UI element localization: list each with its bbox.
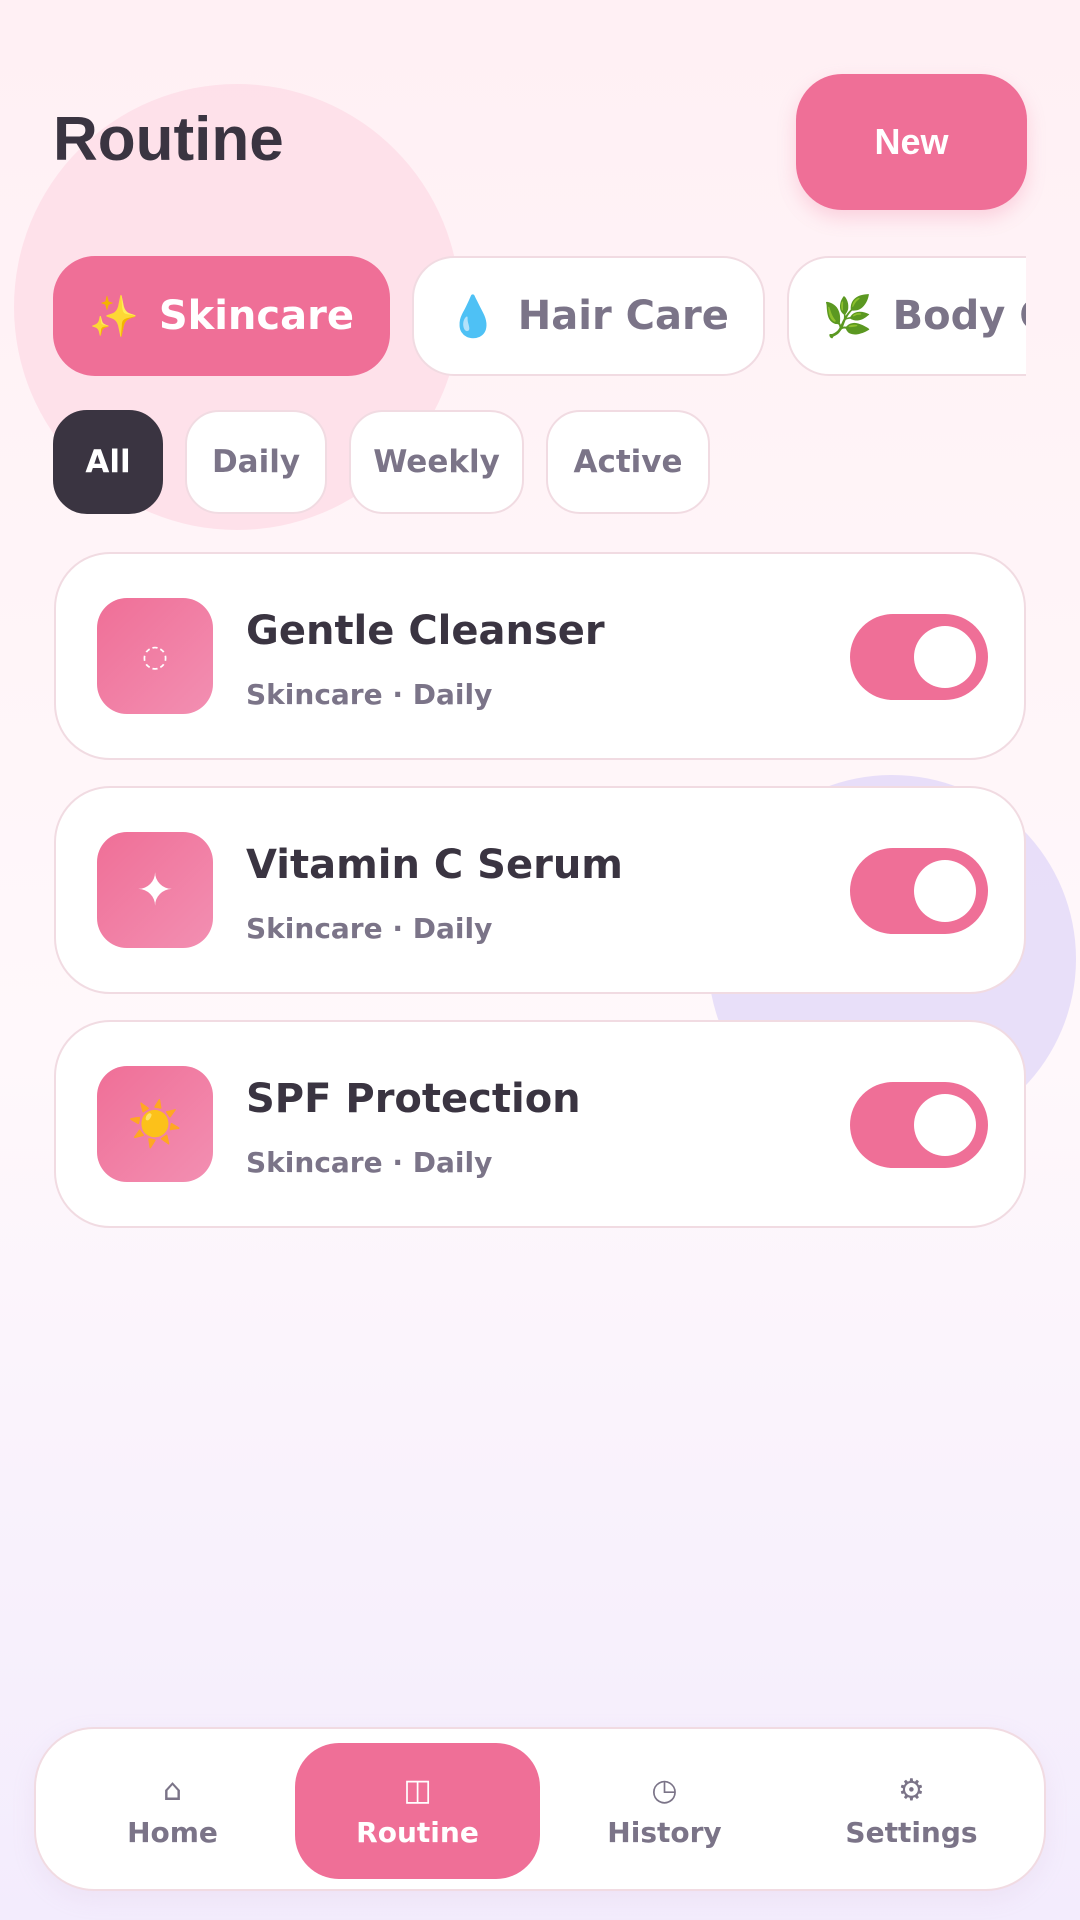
- routine-icon: ◫: [403, 1772, 432, 1808]
- tab-label: Hair Care: [517, 293, 729, 339]
- toggle-knob: [914, 860, 976, 922]
- nav-settings[interactable]: ⚙ Settings: [789, 1743, 1034, 1879]
- filter-active[interactable]: Active: [546, 410, 710, 514]
- history-icon: ◷: [651, 1772, 678, 1808]
- routine-name: SPF Protection: [246, 1076, 581, 1122]
- bubble-icon: ◌: [97, 598, 213, 714]
- tab-body-care[interactable]: 🌿 Body Care: [786, 256, 1026, 376]
- nav-label: History: [607, 1815, 722, 1849]
- tab-label: Skincare: [158, 293, 354, 339]
- routine-toggle[interactable]: [850, 848, 988, 934]
- sparkle-icon: ✦: [97, 832, 213, 948]
- filter-all[interactable]: All: [53, 410, 163, 514]
- tab-skincare[interactable]: ✨ Skincare: [53, 256, 390, 376]
- droplet-icon: 💧: [447, 293, 498, 340]
- routine-name: Vitamin C Serum: [246, 842, 623, 888]
- new-routine-button[interactable]: New: [796, 74, 1027, 210]
- filter-daily[interactable]: Daily: [185, 410, 327, 514]
- filter-weekly[interactable]: Weekly: [349, 410, 524, 514]
- routine-name: Gentle Cleanser: [246, 608, 605, 654]
- tab-label: Body Care: [892, 293, 1026, 339]
- nav-routine[interactable]: ◫ Routine: [295, 1743, 540, 1879]
- nav-home[interactable]: ⌂ Home: [50, 1743, 295, 1879]
- routine-meta: Skincare · Daily: [246, 1146, 493, 1179]
- page-title: Routine: [53, 105, 284, 174]
- sun-icon: ☀️: [97, 1066, 213, 1182]
- category-tabs: ✨ Skincare 💧 Hair Care 🌿 Body Care: [53, 256, 1026, 378]
- filter-chips: All Daily Weekly Active: [53, 410, 710, 514]
- settings-icon: ⚙: [898, 1772, 925, 1808]
- routine-toggle[interactable]: [850, 614, 988, 700]
- routine-card[interactable]: ☀️ SPF Protection Skincare · Daily: [54, 1020, 1026, 1228]
- toggle-knob: [914, 1094, 976, 1156]
- home-icon: ⌂: [162, 1772, 183, 1808]
- herb-icon: 🌿: [822, 293, 873, 340]
- routine-meta: Skincare · Daily: [246, 912, 493, 945]
- routine-screen: Routine New ✨ Skincare 💧 Hair Care 🌿 Bod…: [0, 0, 1080, 1920]
- tab-hair-care[interactable]: 💧 Hair Care: [411, 256, 765, 376]
- nav-label: Routine: [356, 1815, 479, 1849]
- toggle-knob: [914, 626, 976, 688]
- routine-card[interactable]: ◌ Gentle Cleanser Skincare · Daily: [54, 552, 1026, 760]
- nav-label: Home: [127, 1815, 218, 1849]
- routine-meta: Skincare · Daily: [246, 678, 493, 711]
- routine-toggle[interactable]: [850, 1082, 988, 1168]
- routine-card[interactable]: ✦ Vitamin C Serum Skincare · Daily: [54, 786, 1026, 994]
- nav-label: Settings: [845, 1815, 978, 1849]
- nav-history[interactable]: ◷ History: [542, 1743, 787, 1879]
- bottom-nav: ⌂ Home ◫ Routine ◷ History ⚙ Settings: [34, 1727, 1046, 1891]
- sparkles-icon: ✨: [89, 293, 139, 340]
